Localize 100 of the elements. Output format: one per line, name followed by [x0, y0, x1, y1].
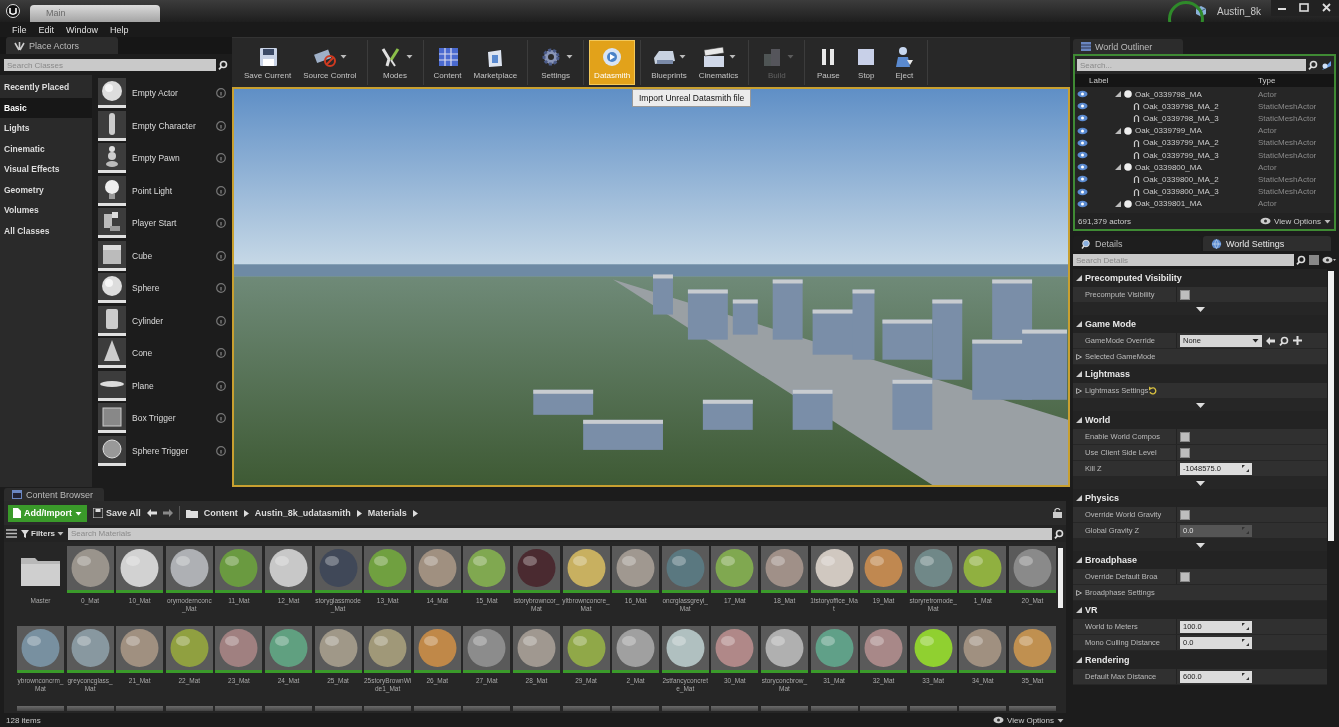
material-thumbnail[interactable]: [661, 546, 709, 593]
material-thumbnail[interactable]: [760, 626, 808, 673]
pawn-icon[interactable]: [98, 143, 126, 174]
back-arrow-icon[interactable]: [146, 509, 157, 517]
collapsed-arrow-icon[interactable]: [1076, 387, 1082, 394]
material-thumbnail[interactable]: [413, 546, 461, 593]
toolbar-button[interactable]: Marketplace: [468, 40, 523, 85]
expand-arrow-icon[interactable]: [1076, 557, 1082, 563]
material-thumbnail[interactable]: [661, 626, 709, 673]
checkbox[interactable]: [1180, 447, 1190, 458]
actor-label[interactable]: Oak_0339798_MA_2: [1143, 101, 1219, 111]
place-actors-tab[interactable]: Place Actors: [6, 37, 118, 54]
toolbar-button[interactable]: Stop: [848, 40, 885, 85]
expand-arrow-icon[interactable]: [1115, 200, 1121, 207]
expand-arrow-icon[interactable]: [1076, 371, 1082, 377]
actor-label[interactable]: Cube: [132, 250, 210, 261]
eye-icon[interactable]: [1077, 199, 1088, 208]
material-thumbnail[interactable]: [562, 546, 610, 593]
search-icon[interactable]: [218, 60, 228, 70]
material-thumbnail[interactable]: [66, 626, 114, 673]
search-icon[interactable]: [1054, 528, 1064, 539]
cone-icon[interactable]: [98, 338, 126, 369]
breadcrumb-arrow-icon[interactable]: [356, 509, 362, 517]
material-thumbnail[interactable]: [760, 706, 808, 711]
add-import-button[interactable]: Add/Import: [8, 504, 87, 522]
menu-item[interactable]: File: [12, 24, 27, 35]
actor-label[interactable]: Cylinder: [132, 315, 210, 326]
actor-label[interactable]: Sphere: [132, 283, 210, 294]
scrollbar-thumb[interactable]: [1328, 271, 1334, 541]
toolbar-button[interactable]: Save Current: [239, 40, 297, 85]
material-thumbnail[interactable]: [959, 706, 1007, 711]
actor-label[interactable]: Oak_0339800_MA_3: [1143, 187, 1219, 197]
info-icon[interactable]: [216, 283, 226, 294]
category-tab[interactable]: Visual Effects: [0, 159, 92, 180]
caret-icon[interactable]: [340, 54, 348, 59]
actor-label[interactable]: Empty Pawn: [132, 153, 210, 164]
material-thumbnail[interactable]: [512, 626, 560, 673]
material-thumbnail[interactable]: [562, 626, 610, 673]
view-options-button[interactable]: View Options: [1260, 216, 1331, 226]
material-thumbnail[interactable]: [562, 706, 610, 711]
category-tab[interactable]: Cinematic: [0, 138, 92, 159]
material-thumbnail[interactable]: [364, 706, 412, 711]
breadcrumb-link[interactable]: Materials: [367, 508, 407, 518]
checkbox[interactable]: [1180, 571, 1190, 582]
breadcrumb-link[interactable]: Austin_8k_udatasmith: [254, 508, 351, 518]
material-thumbnail[interactable]: [215, 706, 263, 711]
expand-arrow-icon[interactable]: [1115, 164, 1121, 171]
material-thumbnail[interactable]: [314, 546, 362, 593]
material-thumbnail[interactable]: [413, 626, 461, 673]
material-thumbnail[interactable]: [413, 706, 461, 711]
category-tab[interactable]: Lights: [0, 118, 92, 139]
plus-icon[interactable]: [1293, 336, 1302, 345]
engine-logo-icon[interactable]: [6, 4, 20, 18]
collapsed-arrow-icon[interactable]: [1076, 353, 1082, 360]
category-tab[interactable]: Volumes: [0, 200, 92, 221]
material-thumbnail[interactable]: [215, 626, 263, 673]
material-thumbnail[interactable]: [612, 706, 660, 711]
eye-icon[interactable]: [1077, 187, 1088, 196]
caret-icon[interactable]: [405, 54, 413, 59]
reset-icon[interactable]: [1148, 386, 1159, 395]
toolbar-button[interactable]: Content: [428, 40, 467, 85]
checkbox[interactable]: [1180, 289, 1190, 300]
actor-label[interactable]: Oak_0339800_MA: [1135, 162, 1202, 172]
actor-label[interactable]: Oak_0339799_MA_2: [1143, 138, 1219, 148]
material-thumbnail[interactable]: [909, 546, 957, 593]
expand-arrow-icon[interactable]: [1076, 417, 1082, 423]
material-thumbnail[interactable]: [66, 706, 114, 711]
menu-item[interactable]: Help: [110, 24, 129, 35]
material-thumbnail[interactable]: [364, 626, 412, 673]
category-tab[interactable]: Recently Placed: [0, 77, 92, 98]
menu-item[interactable]: Edit: [38, 24, 55, 35]
material-thumbnail[interactable]: [463, 706, 511, 711]
material-thumbnail[interactable]: [512, 706, 560, 711]
material-thumbnail[interactable]: [364, 546, 412, 593]
info-icon[interactable]: [216, 250, 226, 261]
filters-button[interactable]: Filters: [21, 529, 64, 538]
actor-label[interactable]: Sphere Trigger: [132, 445, 210, 456]
info-icon[interactable]: [216, 88, 226, 99]
material-thumbnail[interactable]: [959, 626, 1007, 673]
material-thumbnail[interactable]: [810, 706, 858, 711]
expand-arrow-icon[interactable]: [1076, 607, 1082, 613]
material-thumbnail[interactable]: [1008, 706, 1056, 711]
checkbox[interactable]: [1180, 509, 1190, 520]
scrollbar-thumb[interactable]: [1058, 548, 1063, 608]
material-thumbnail[interactable]: [264, 546, 312, 593]
expand-arrow-icon[interactable]: [1115, 91, 1121, 98]
material-thumbnail[interactable]: [810, 546, 858, 593]
material-thumbnail[interactable]: [512, 546, 560, 593]
material-thumbnail[interactable]: [612, 626, 660, 673]
info-icon[interactable]: [216, 413, 226, 424]
expand-arrow-icon[interactable]: [1076, 657, 1082, 663]
material-thumbnail[interactable]: [264, 626, 312, 673]
category-tab[interactable]: Geometry: [0, 179, 92, 200]
breadcrumb-link[interactable]: Content: [203, 508, 238, 518]
folder-icon[interactable]: [185, 508, 198, 518]
search-icon[interactable]: [1308, 60, 1318, 70]
material-thumbnail[interactable]: [909, 626, 957, 673]
info-icon[interactable]: [216, 120, 226, 131]
caret-icon[interactable]: [679, 54, 687, 59]
material-thumbnail[interactable]: [959, 546, 1007, 593]
